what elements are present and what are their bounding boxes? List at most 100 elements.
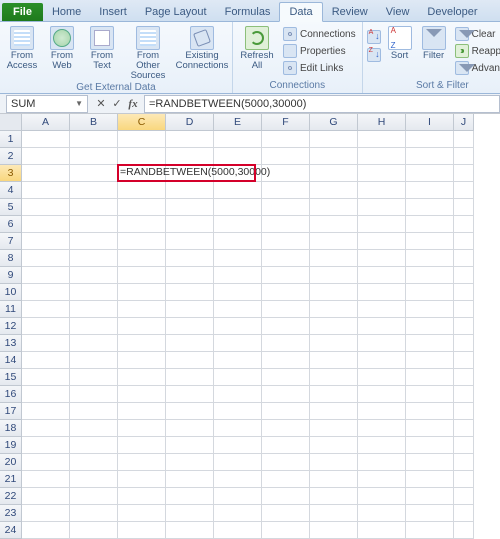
cell-F1[interactable] [262, 131, 310, 148]
cell-G9[interactable] [310, 267, 358, 284]
cell-A1[interactable] [22, 131, 70, 148]
cell-A13[interactable] [22, 335, 70, 352]
cell-I22[interactable] [406, 488, 454, 505]
cell-G22[interactable] [310, 488, 358, 505]
cell-E17[interactable] [214, 403, 262, 420]
row-header-7[interactable]: 7 [0, 233, 22, 250]
cell-B12[interactable] [70, 318, 118, 335]
row-header-9[interactable]: 9 [0, 267, 22, 284]
cell-B19[interactable] [70, 437, 118, 454]
from-text-button[interactable]: From Text [84, 24, 120, 71]
cell-A12[interactable] [22, 318, 70, 335]
cell-G5[interactable] [310, 199, 358, 216]
cell-A23[interactable] [22, 505, 70, 522]
row-header-4[interactable]: 4 [0, 182, 22, 199]
row-header-20[interactable]: 20 [0, 454, 22, 471]
cell-B8[interactable] [70, 250, 118, 267]
cell-H10[interactable] [358, 284, 406, 301]
column-header-I[interactable]: I [406, 114, 454, 131]
filter-button[interactable]: Filter [419, 24, 449, 61]
cell-D22[interactable] [166, 488, 214, 505]
from-other-sources-button[interactable]: From Other Sources [124, 24, 172, 81]
cell-C17[interactable] [118, 403, 166, 420]
cell-H5[interactable] [358, 199, 406, 216]
cell-D9[interactable] [166, 267, 214, 284]
cell-H12[interactable] [358, 318, 406, 335]
cell-D16[interactable] [166, 386, 214, 403]
cell-J6[interactable] [454, 216, 474, 233]
cell-J19[interactable] [454, 437, 474, 454]
chevron-down-icon[interactable]: ▼ [75, 99, 83, 108]
cell-F12[interactable] [262, 318, 310, 335]
cell-B23[interactable] [70, 505, 118, 522]
insert-function-button[interactable]: fx [126, 98, 140, 110]
cell-C8[interactable] [118, 250, 166, 267]
row-header-23[interactable]: 23 [0, 505, 22, 522]
cell-E23[interactable] [214, 505, 262, 522]
cell-I12[interactable] [406, 318, 454, 335]
cell-H11[interactable] [358, 301, 406, 318]
column-header-A[interactable]: A [22, 114, 70, 131]
cell-E7[interactable] [214, 233, 262, 250]
cell-I21[interactable] [406, 471, 454, 488]
cell-F6[interactable] [262, 216, 310, 233]
cell-A4[interactable] [22, 182, 70, 199]
column-header-G[interactable]: G [310, 114, 358, 131]
cell-D10[interactable] [166, 284, 214, 301]
cell-J10[interactable] [454, 284, 474, 301]
cell-D4[interactable] [166, 182, 214, 199]
cell-E6[interactable] [214, 216, 262, 233]
cell-I5[interactable] [406, 199, 454, 216]
cell-G15[interactable] [310, 369, 358, 386]
cell-C6[interactable] [118, 216, 166, 233]
connections-button[interactable]: Connections [281, 26, 358, 42]
cell-F17[interactable] [262, 403, 310, 420]
cell-I17[interactable] [406, 403, 454, 420]
row-header-21[interactable]: 21 [0, 471, 22, 488]
cell-E14[interactable] [214, 352, 262, 369]
cell-G23[interactable] [310, 505, 358, 522]
cell-B3[interactable] [70, 165, 118, 182]
cell-F14[interactable] [262, 352, 310, 369]
cell-E9[interactable] [214, 267, 262, 284]
cell-F21[interactable] [262, 471, 310, 488]
cell-H15[interactable] [358, 369, 406, 386]
cell-H13[interactable] [358, 335, 406, 352]
cell-I9[interactable] [406, 267, 454, 284]
cell-B11[interactable] [70, 301, 118, 318]
clear-button[interactable]: Clear [453, 26, 500, 42]
cell-G11[interactable] [310, 301, 358, 318]
cell-E20[interactable] [214, 454, 262, 471]
cell-D21[interactable] [166, 471, 214, 488]
cell-D18[interactable] [166, 420, 214, 437]
column-header-J[interactable]: J [454, 114, 474, 131]
cell-J22[interactable] [454, 488, 474, 505]
cell-G24[interactable] [310, 522, 358, 539]
cell-A2[interactable] [22, 148, 70, 165]
cell-C18[interactable] [118, 420, 166, 437]
cell-G19[interactable] [310, 437, 358, 454]
cancel-formula-button[interactable]: ✕ [94, 97, 108, 110]
cell-B22[interactable] [70, 488, 118, 505]
tab-view[interactable]: View [377, 3, 419, 21]
cell-J11[interactable] [454, 301, 474, 318]
cell-A9[interactable] [22, 267, 70, 284]
cell-B5[interactable] [70, 199, 118, 216]
cell-A7[interactable] [22, 233, 70, 250]
cell-I18[interactable] [406, 420, 454, 437]
cell-E4[interactable] [214, 182, 262, 199]
cell-H8[interactable] [358, 250, 406, 267]
cell-F4[interactable] [262, 182, 310, 199]
tab-data[interactable]: Data [279, 2, 322, 22]
cell-D1[interactable] [166, 131, 214, 148]
cell-F13[interactable] [262, 335, 310, 352]
cell-I1[interactable] [406, 131, 454, 148]
cell-J18[interactable] [454, 420, 474, 437]
cell-E8[interactable] [214, 250, 262, 267]
row-header-24[interactable]: 24 [0, 522, 22, 539]
cell-J1[interactable] [454, 131, 474, 148]
cell-B20[interactable] [70, 454, 118, 471]
cell-G14[interactable] [310, 352, 358, 369]
row-header-11[interactable]: 11 [0, 301, 22, 318]
cell-G18[interactable] [310, 420, 358, 437]
